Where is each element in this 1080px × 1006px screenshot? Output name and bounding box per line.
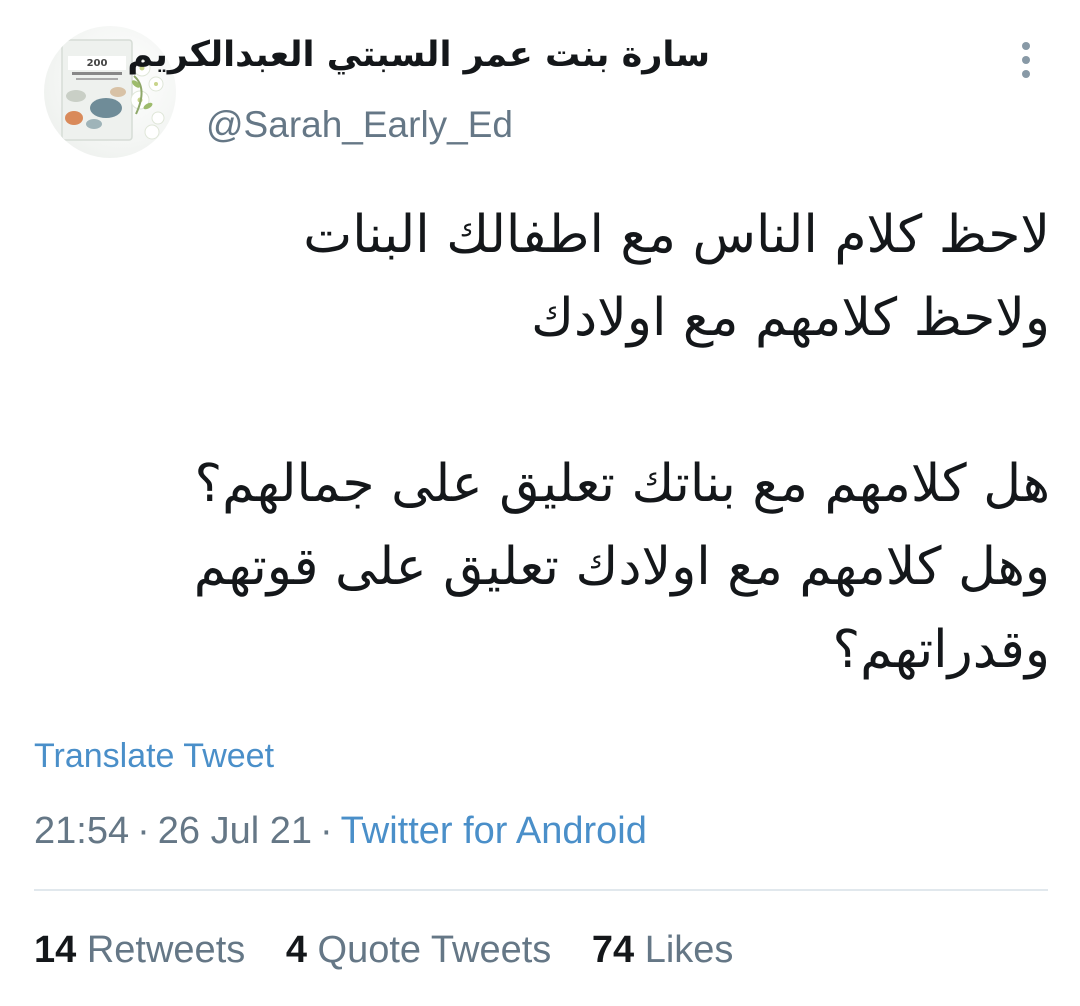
translate-tweet-link[interactable]: Translate Tweet <box>34 734 274 778</box>
retweets-label: Retweets <box>86 929 246 971</box>
tweet-text-line: وهل كلامهم مع اولادك تعليق على قوتهم <box>193 537 1050 597</box>
tweet-date[interactable]: 26 Jul 21 <box>158 810 312 852</box>
more-vertical-icon <box>1022 42 1030 78</box>
retweets-stat[interactable]: 14 Retweets <box>34 924 245 976</box>
tweet-detail: 200 سارة بنت عمر السبتي العبدالكريم @Sar… <box>0 0 1080 1006</box>
more-options-button[interactable] <box>1004 38 1048 82</box>
quote-tweets-label: Quote Tweets <box>317 929 552 971</box>
tweet-text: لاحظ كلام الناس مع اطفالك البنات ولاحظ ك… <box>193 194 1050 692</box>
tweet-meta: 21:54 · 26 Jul 21 · Twitter for Android <box>34 806 647 856</box>
svg-text:200: 200 <box>87 58 108 69</box>
meta-separator: · <box>137 810 150 852</box>
quote-tweets-stat[interactable]: 4 Quote Tweets <box>286 924 551 976</box>
likes-count: 74 <box>591 929 635 971</box>
tweet-text-line: ولاحظ كلامهم مع اولادك <box>531 288 1050 348</box>
quote-tweets-count: 4 <box>285 929 307 971</box>
tweet-text-line: هل كلامهم مع بناتك تعليق على جمالهم؟ <box>194 454 1050 514</box>
likes-label: Likes <box>644 929 734 971</box>
tweet-text-line <box>240 360 1050 443</box>
display-name[interactable]: سارة بنت عمر السبتي العبدالكريم <box>127 30 710 80</box>
tweet-time[interactable]: 21:54 <box>34 810 129 852</box>
tweet-text-line: لاحظ كلام الناس مع اطفالك البنات <box>303 205 1050 265</box>
tweet-source-link[interactable]: Twitter for Android <box>341 810 647 852</box>
tweet-stats: 14 Retweets 4 Quote Tweets 74 Likes <box>34 924 763 976</box>
meta-separator: · <box>319 810 333 852</box>
user-handle[interactable]: @Sarah_Early_Ed <box>206 102 513 148</box>
tweet-text-line: وقدراتهم؟ <box>832 620 1050 680</box>
likes-stat[interactable]: 74 Likes <box>592 924 734 976</box>
divider <box>34 889 1048 891</box>
retweets-count: 14 <box>34 929 77 971</box>
